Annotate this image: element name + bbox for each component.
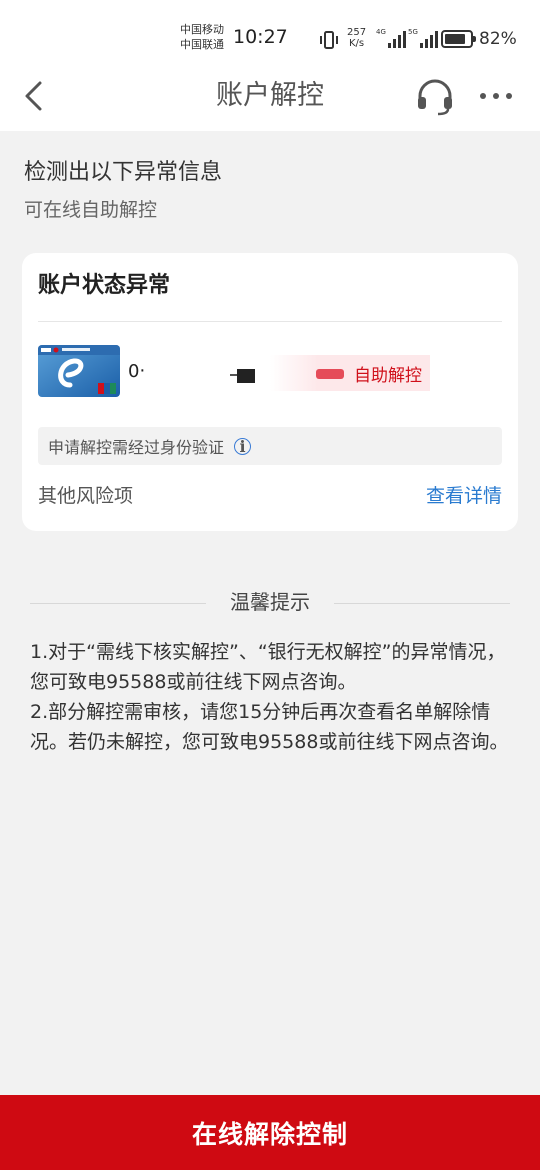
vibrate-icon [318,30,340,50]
tips-body: 1.对于“需线下核实解控”、“银行无权解控”的异常情况，您可致电95588或前往… [30,637,516,757]
card-divider [38,321,502,322]
more-dot [480,93,486,99]
info-icon[interactable]: i [234,437,252,456]
verification-tip-text: 申请解控需经过身份验证 [48,438,225,457]
mask-blob [237,369,255,383]
more-dot [493,93,499,99]
signal-2-label: 5G [408,28,418,36]
carrier-names: 中国移动 中国联通 [180,22,224,52]
detection-subline: 可在线自助解控 [24,199,158,221]
status-time: 10:27 [233,26,288,48]
carrier-2: 中国联通 [180,38,224,51]
battery-fill [445,34,465,44]
online-unlock-button[interactable]: 在线解除控制 [0,1095,540,1170]
carrier-1: 中国移动 [180,23,224,36]
more-dot [506,93,512,99]
tips-item-1: 1.对于“需线下核实解控”、“银行无权解控”的异常情况，您可致电95588或前往… [30,641,506,693]
more-button[interactable] [476,84,516,108]
redaction-smudge [316,369,344,379]
headset-icon [418,79,452,116]
self-unlock-label: 自助解控 [354,365,422,386]
net-speed: 257 K/s [347,27,366,49]
battery-percent: 82% [479,29,517,49]
detection-headline: 检测出以下异常信息 [24,160,223,185]
other-risk-label: 其他风险项 [38,485,134,507]
account-status-card: 账户状态异常 0‧ 自助解控 申请解控需经过身份验证 i 其他风险项 查看详情 [22,253,518,531]
bank-card-image [38,345,120,397]
signal-4g-icon: 4G [376,28,406,48]
net-speed-unit: K/s [348,38,365,49]
tips-title: 温馨提示 [230,590,310,614]
signal-1-label: 4G [376,28,386,36]
self-unlock-button[interactable]: 自助解控 [270,355,430,391]
net-speed-value: 257 [347,27,367,38]
tips-divider-right [334,603,510,604]
tips-item-2: 2.部分解控需审核，请您15分钟后再次查看名单解除情况。若仍未解控，您可致电95… [30,701,509,753]
signal-5g-icon: 5G [408,28,438,48]
customer-service-button[interactable] [414,76,456,118]
page-title: 账户解控 [216,80,324,111]
account-number: 0‧ [128,361,146,382]
verification-tip: 申请解控需经过身份验证 i [38,427,502,465]
view-details-link[interactable]: 查看详情 [426,481,502,511]
battery-icon [441,30,476,48]
card-title: 账户状态异常 [38,273,171,298]
